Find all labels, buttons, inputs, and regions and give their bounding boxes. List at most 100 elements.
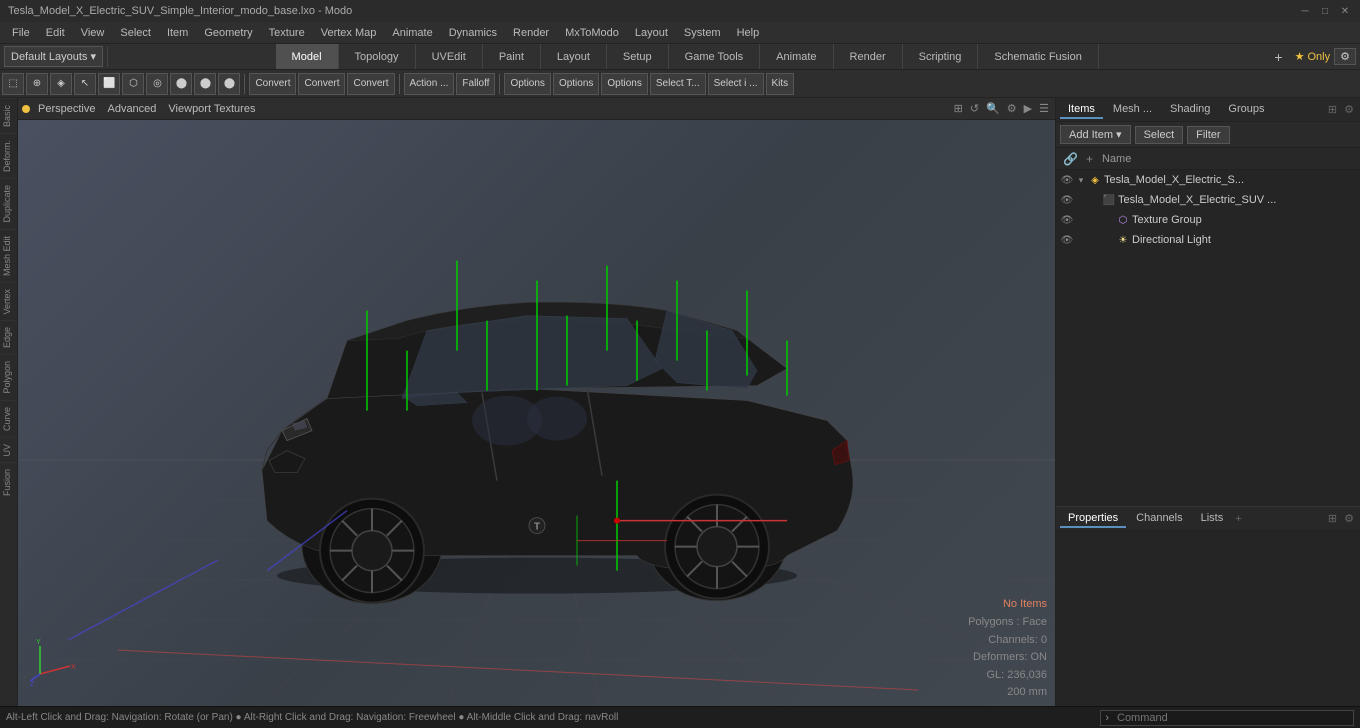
tree-eye-icon[interactable]: 👁 [1060,195,1074,206]
filter-button[interactable]: Filter [1187,126,1229,144]
layout-dropdown[interactable]: Default Layouts ▾ [4,46,103,67]
menu-mxtomodo[interactable]: MxToModo [557,25,627,41]
select-button[interactable]: Select [1135,126,1184,144]
tool-icon-5[interactable]: ⬡ [122,73,144,95]
panel-tab-shading[interactable]: Shading [1162,101,1218,119]
star-only[interactable]: ★ Only [1295,50,1331,63]
tab-model[interactable]: Model [276,44,339,69]
perspective-label[interactable]: Perspective [34,103,99,115]
menu-animate[interactable]: Animate [384,25,440,41]
props-tab-properties[interactable]: Properties [1060,510,1126,528]
menu-view[interactable]: View [73,25,113,41]
props-gear-icon[interactable]: ⚙ [1342,512,1356,525]
panel-tab-groups[interactable]: Groups [1220,101,1272,119]
menu-system[interactable]: System [676,25,729,41]
tool-icon-2[interactable]: ◈ [50,73,72,95]
tab-schematic-fusion[interactable]: Schematic Fusion [978,44,1098,69]
viewport-area[interactable]: Perspective Advanced Viewport Textures ⊞… [18,98,1055,706]
sidebar-deform[interactable]: Deform. [0,133,17,178]
tool-icon-0[interactable]: ⬚ [2,73,24,95]
panel-settings-icon[interactable]: ⚙ [1342,103,1356,116]
convert2-button[interactable]: Convert [298,73,345,95]
tab-render[interactable]: Render [834,44,903,69]
options1-button[interactable]: Options [504,73,550,95]
menu-item[interactable]: Item [159,25,196,41]
tree-item[interactable]: 👁▾◈Tesla_Model_X_Electric_S... [1056,170,1360,190]
menu-file[interactable]: File [4,25,38,41]
props-expand-icon[interactable]: ⊞ [1326,512,1339,525]
add-item-button[interactable]: Add Item ▾ [1060,125,1131,144]
sidebar-duplicate[interactable]: Duplicate [0,178,17,229]
advanced-label[interactable]: Advanced [103,103,160,115]
tab-setup[interactable]: Setup [607,44,669,69]
items-icon-add[interactable]: + [1083,152,1096,166]
tool-icon-3[interactable]: ↖ [74,73,96,95]
tool-icon-4[interactable]: ⬜ [98,73,120,95]
viewport-icon-refresh[interactable]: ↺ [968,102,981,115]
props-tab-channels[interactable]: Channels [1128,510,1190,528]
tool-icon-6[interactable]: ◎ [146,73,168,95]
tree-eye-icon[interactable]: 👁 [1060,175,1074,186]
tab-animate[interactable]: Animate [760,44,833,69]
tool-icon-7[interactable]: ⬤ [170,73,192,95]
menu-layout[interactable]: Layout [627,25,676,41]
convert3-button[interactable]: Convert [347,73,394,95]
canvas-area[interactable]: T [18,120,1055,706]
action_label-button[interactable]: Action ... [404,73,455,95]
tree-arrow-icon[interactable]: ▾ [1076,175,1086,186]
menu-dynamics[interactable]: Dynamics [441,25,505,41]
tab-game-tools[interactable]: Game Tools [669,44,761,69]
menu-edit[interactable]: Edit [38,25,73,41]
panel-expand-icon[interactable]: ⊞ [1326,103,1339,116]
viewport-dot[interactable] [22,105,30,113]
tree-eye-icon[interactable]: 👁 [1060,235,1074,246]
props-tab-lists[interactable]: Lists [1193,510,1232,528]
menu-geometry[interactable]: Geometry [196,25,260,41]
tool-icon-1[interactable]: ⊕ [26,73,48,95]
sidebar-meshedit[interactable]: Mesh Edit [0,229,17,282]
panel-tab-mesh[interactable]: Mesh ... [1105,101,1160,119]
kits-button[interactable]: Kits [766,73,795,95]
options2-button[interactable]: Options [553,73,599,95]
tab-add[interactable]: + [1266,44,1290,69]
menu-texture[interactable]: Texture [261,25,313,41]
textures-label[interactable]: Viewport Textures [164,103,259,115]
tab-topology[interactable]: Topology [339,44,416,69]
command-input[interactable] [1113,711,1353,725]
minimize-button[interactable]: ─ [1298,4,1312,18]
menu-vertex map[interactable]: Vertex Map [313,25,385,41]
viewport-icon-menu[interactable]: ☰ [1037,102,1051,115]
menu-render[interactable]: Render [505,25,557,41]
convert1-button[interactable]: Convert [249,73,296,95]
viewport-icon-maximize[interactable]: ⊞ [952,102,965,115]
tree-item[interactable]: 👁☀Directional Light [1056,230,1360,250]
props-add-tab[interactable]: + [1233,513,1243,525]
sidebar-curve[interactable]: Curve [0,400,17,437]
tool-icon-9[interactable]: ⬤ [218,73,240,95]
tab-paint[interactable]: Paint [483,44,541,69]
viewport-icon-settings[interactable]: ⚙ [1005,102,1019,115]
maximize-button[interactable]: □ [1318,4,1332,18]
viewport-icon-search[interactable]: 🔍 [984,102,1002,115]
sidebar-polygon[interactable]: Polygon [0,354,17,400]
options3-button[interactable]: Options [601,73,647,95]
menu-help[interactable]: Help [729,25,768,41]
tree-item[interactable]: 👁⬛Tesla_Model_X_Electric_SUV ... [1056,190,1360,210]
tab-scripting[interactable]: Scripting [903,44,979,69]
tool-icon-8[interactable]: ⬤ [194,73,216,95]
sidebar-fusion[interactable]: Fusion [0,462,17,502]
sidebar-basic[interactable]: Basic [0,98,17,133]
close-button[interactable]: ✕ [1338,4,1352,18]
viewport-icon-play[interactable]: ▶ [1022,102,1034,115]
sidebar-vertex[interactable]: Vertex [0,282,17,321]
items-icon-link[interactable]: 🔗 [1060,152,1081,166]
select_t-button[interactable]: Select T... [650,73,706,95]
tree-item[interactable]: 👁⬡Texture Group [1056,210,1360,230]
tree-eye-icon[interactable]: 👁 [1060,215,1074,226]
sidebar-uv[interactable]: UV [0,437,17,463]
scene-tree[interactable]: 👁▾◈Tesla_Model_X_Electric_S...👁⬛Tesla_Mo… [1056,170,1360,506]
tab-uvedit[interactable]: UVEdit [416,44,483,69]
settings-button[interactable]: ⚙ [1334,48,1356,65]
select_i-button[interactable]: Select i ... [708,73,764,95]
menu-select[interactable]: Select [112,25,159,41]
